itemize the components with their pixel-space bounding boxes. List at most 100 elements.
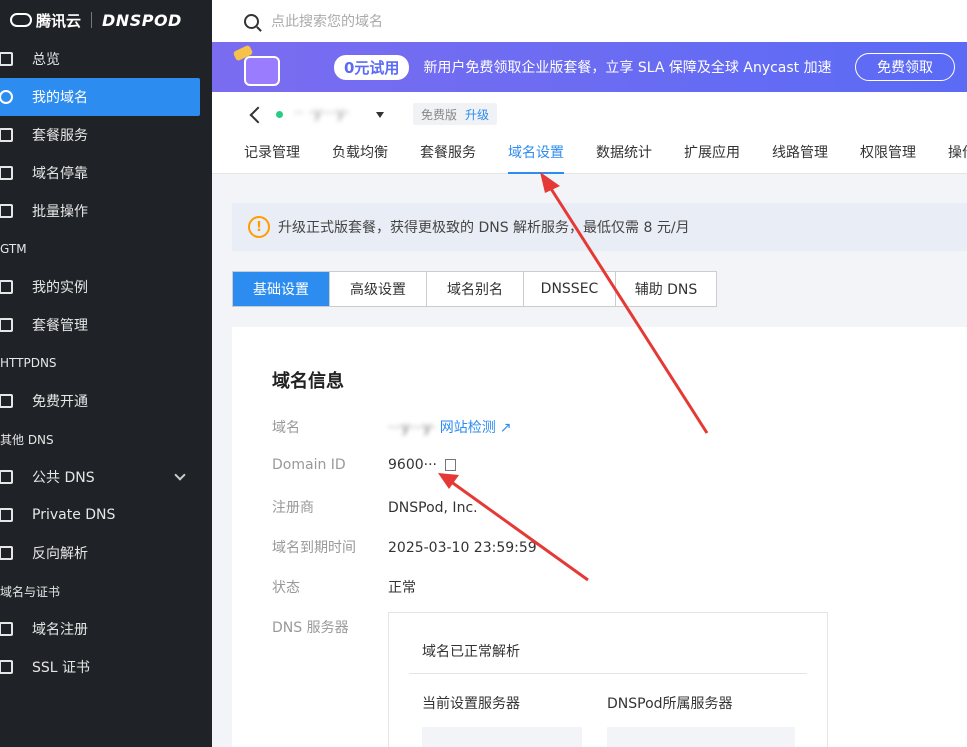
subtab-secondary-dns[interactable]: 辅助 DNS [616,272,716,306]
settings-subtabs: 基础设置 高级设置 域名别名 DNSSEC 辅助 DNS [232,271,717,307]
sidebar-item-free-activate[interactable]: 免费开通 [0,382,212,420]
diamond-icon [0,508,13,522]
tab-load-balance[interactable]: 负载均衡 [332,142,388,174]
gift-icon [232,42,292,92]
sidebar-item-my-domains[interactable]: 我的域名 [0,78,200,116]
tab-permissions[interactable]: 权限管理 [860,142,916,174]
subtab-alias[interactable]: 域名别名 [427,272,524,306]
sidebar-group-httpdns: HTTPDNS [0,356,57,370]
sidebar-item-label: 域名停靠 [32,166,88,182]
tab-domain-settings[interactable]: 域名设置 [508,142,564,174]
search-icon[interactable] [244,13,259,29]
instance-icon [0,280,13,294]
subtab-basic[interactable]: 基础设置 [233,272,330,306]
info-label: DNS 服务器 [272,620,349,636]
sidebar-item-package-manage[interactable]: 套餐管理 [0,306,212,344]
info-label: 状态 [272,580,300,596]
plan-badge: 免费版 升级 [413,103,498,125]
sidebar-item-instances[interactable]: 我的实例 [0,268,212,306]
reverse-icon [0,546,13,560]
back-icon[interactable] [249,106,267,124]
domain-header: ·· ·y···y· 免费版 升级 记录管理 负载均衡 套餐服务 域名设置 数据… [212,92,967,174]
sidebar: 腾讯云 DNSPOD 总览 我的域名 套餐服务 域名停靠 批量操作 GTM 我的… [0,0,212,747]
info-row-registrar: 注册商 DNSPod, Inc. [272,497,478,517]
public-dns-icon [0,470,13,484]
domain-id-value: 9600··· [388,457,437,473]
sidebar-item-label: 公共 DNS [32,470,95,486]
promo-banner: 0元试用 新用户免费领取企业版套餐，立享 SLA 保障及全球 Anycast 加… [212,42,967,92]
sidebar-item-overview[interactable]: 总览 [0,40,212,78]
upgrade-link[interactable]: 升级 [465,106,489,123]
sidebar-item-label: 域名注册 [32,622,88,638]
sidebar-item-package[interactable]: 套餐服务 [0,116,212,154]
sidebar-item-private-dns[interactable]: Private DNS [0,496,212,534]
ssl-icon [0,660,13,674]
info-row-domain: 域名 ···y···y· 网站检测 ↗ [272,417,511,437]
sidebar-group-cert: 域名与证书 [0,584,61,599]
dns-server-box: 域名已正常解析 当前设置服务器 DNSPod所属服务器 [388,612,828,747]
sidebar-item-reverse[interactable]: 反向解析 [0,534,212,572]
trial-badge: 0元试用 [334,54,410,80]
sidebar-item-batch[interactable]: 批量操作 [0,192,212,230]
info-row-status: 状态 正常 [272,577,416,597]
plan-label: 免费版 [421,107,458,122]
ticket-icon [0,394,13,408]
copy-icon[interactable] [444,459,456,471]
tab-statistics[interactable]: 数据统计 [596,142,652,174]
tab-records[interactable]: 记录管理 [244,142,300,174]
sidebar-item-label: 套餐管理 [32,318,88,334]
registrar-value: DNSPod, Inc. [388,500,478,516]
sidebar-group-other-dns: 其他 DNS [0,432,54,447]
chevron-down-icon[interactable] [174,469,186,481]
sidebar-item-parking[interactable]: 域名停靠 [0,154,212,192]
package-icon [0,128,13,142]
sidebar-item-label: 反向解析 [32,546,88,562]
brand-divider [91,12,93,28]
sidebar-item-label: 免费开通 [32,394,88,410]
tab-lines[interactable]: 线路管理 [772,142,828,174]
brand-logo[interactable]: 腾讯云 DNSPOD [0,0,212,40]
notice-text: 升级正式版套餐，获得更极致的 DNS 解析服务，最低仅需 8 元/月 [278,220,690,236]
status-dot [276,111,283,118]
sidebar-item-label: 套餐服务 [32,128,88,144]
sidebar-item-ssl[interactable]: SSL 证书 [0,648,212,686]
current-servers-header: 当前设置服务器 [422,696,520,712]
search-input[interactable]: 点此搜索您的域名 [271,11,383,31]
overview-icon [0,52,13,66]
info-row-expiry: 域名到期时间 2025-03-10 23:59:59 [272,537,537,557]
sidebar-item-register[interactable]: 域名注册 [0,610,212,648]
domain-tabs: 记录管理 负载均衡 套餐服务 域名设置 数据统计 扩展应用 线路管理 权限管理 … [244,142,967,174]
warning-icon: ! [248,216,270,238]
divider [409,673,807,674]
dns-status-text: 域名已正常解析 [422,644,520,660]
current-servers-list [422,727,582,747]
info-label: 注册商 [272,500,314,516]
sidebar-item-label: 我的域名 [32,90,88,106]
sidebar-group-gtm: GTM [0,242,27,256]
status-badge: 正常 [388,580,416,596]
subtab-advanced[interactable]: 高级设置 [330,272,427,306]
sidebar-item-public-dns[interactable]: 公共 DNS [0,458,212,496]
top-search-bar[interactable]: 点此搜索您的域名 [212,0,967,42]
external-link-icon[interactable]: ↗ [500,420,512,436]
sidebar-item-label: 批量操作 [32,204,88,220]
site-check-link[interactable]: 网站检测 [440,420,496,436]
upgrade-notice: ! 升级正式版套餐，获得更极致的 DNS 解析服务，最低仅需 8 元/月 [232,203,967,251]
domain-value: ···y···y· [388,420,436,436]
info-row-dns: DNS 服务器 [272,617,388,637]
tab-package[interactable]: 套餐服务 [420,142,476,174]
package-manage-icon [0,318,13,332]
promo-text: 新用户免费领取企业版套餐，立享 SLA 保障及全球 Anycast 加速 [423,60,832,76]
caret-down-icon[interactable] [376,112,384,118]
tab-operations[interactable]: 操作 [948,142,967,174]
sidebar-item-label: 我的实例 [32,280,88,296]
subtab-dnssec[interactable]: DNSSEC [524,272,616,306]
domain-name[interactable]: ·· ·y···y· [294,104,350,122]
dnspod-servers-header: DNSPod所属服务器 [607,696,733,712]
claim-button[interactable]: 免费领取 [855,53,955,81]
info-row-domain-id: Domain ID 9600··· [272,457,456,473]
tab-extensions[interactable]: 扩展应用 [684,142,740,174]
sidebar-item-label: Private DNS [32,507,116,523]
info-label: 域名 [272,420,300,436]
sidebar-item-label: SSL 证书 [32,660,91,676]
